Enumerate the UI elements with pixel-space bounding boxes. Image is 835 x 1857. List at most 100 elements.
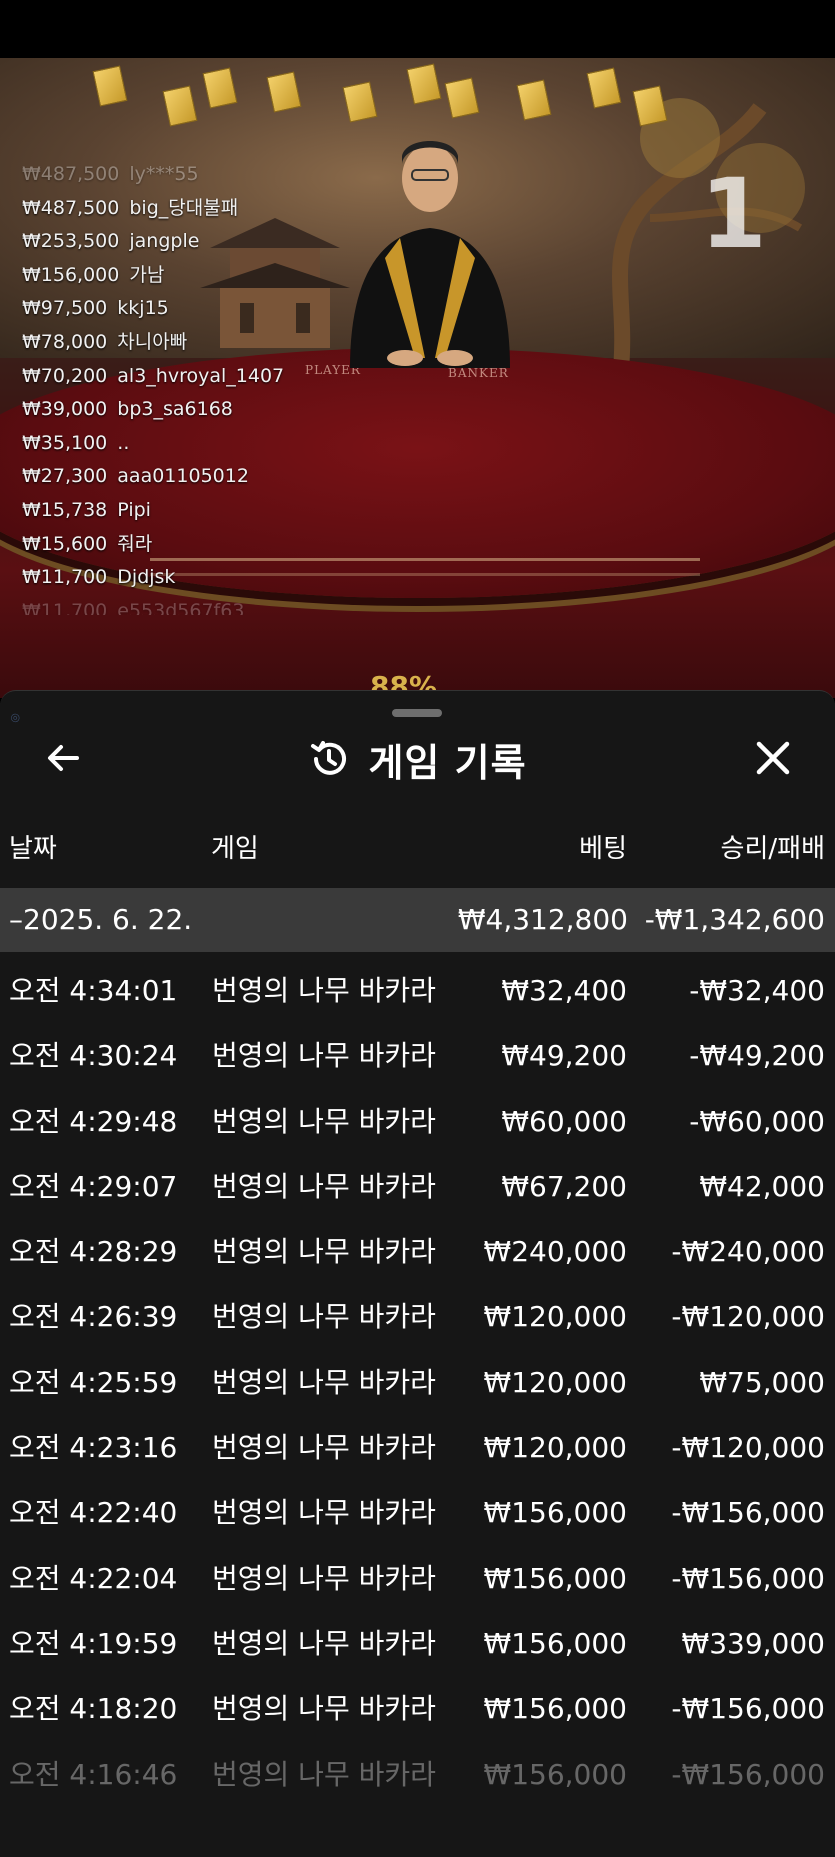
history-row[interactable]: 오전 4:19:59 번영의 나무 바카라 ₩156,000 ₩339,000 [0, 1611, 835, 1676]
column-header-date[interactable]: 날짜 [9, 833, 57, 865]
winner-name: e553d567f63 [117, 599, 245, 615]
history-row[interactable]: 오전 4:22:40 번영의 나무 바카라 ₩156,000 -₩156,000 [0, 1480, 835, 1545]
row-time: 오전 4:30:24 [9, 1039, 178, 1073]
row-game: 번영의 나무 바카라 [212, 1561, 436, 1595]
row-game: 번영의 나무 바카라 [212, 974, 436, 1007]
row-win-loss: ₩42,000 [699, 1169, 825, 1203]
winner-amount: ₩97,500 [22, 297, 108, 320]
row-win-loss: -₩156,000 [671, 1692, 825, 1726]
winner-amount: ₩39,000 [22, 398, 108, 421]
row-bet: ₩32,400 [501, 974, 627, 1007]
history-row[interactable]: 오전 4:16:46 번영의 나무 바카라 ₩156,000 -₩156,000 [0, 1742, 835, 1807]
winner-name: .. [117, 431, 130, 454]
history-row[interactable]: 오전 4:22:04 번영의 나무 바카라 ₩156,000 -₩156,000 [0, 1546, 835, 1611]
winner-name: jangple [129, 230, 200, 253]
close-button[interactable] [748, 733, 798, 783]
winner-name: 차니아빠 [117, 330, 188, 353]
row-win-loss: ₩75,000 [699, 1365, 825, 1399]
row-win-loss: -₩156,000 [671, 1496, 825, 1530]
winner-row: ₩15,738 Pipi [22, 494, 442, 528]
winner-name: bp3_sa6168 [117, 398, 233, 421]
history-row[interactable]: 오전 4:18:20 번영의 나무 바카라 ₩156,000 -₩156,000 [0, 1676, 835, 1741]
winner-amount: ₩487,500 [22, 196, 120, 219]
tree-decoration [612, 98, 805, 378]
winner-row: ₩253,500 jangple [22, 225, 442, 259]
winner-row: ₩35,100.. [22, 427, 442, 461]
history-row[interactable]: 오전 4:30:24 번영의 나무 바카라 ₩49,200 -₩49,200 [0, 1023, 835, 1088]
winner-amount: ₩11,700 [22, 599, 108, 615]
winner-row: ₩97,500 kkj15 [22, 292, 442, 326]
row-time: 오전 4:19:59 [9, 1626, 178, 1660]
winner-amount: ₩70,200 [22, 364, 108, 387]
row-bet: ₩120,000 [483, 1300, 627, 1334]
winner-amount: ₩78,000 [22, 330, 108, 353]
column-header-win-loss[interactable]: 승리/패배 [721, 833, 825, 865]
column-header-game[interactable]: 게임 [211, 833, 259, 865]
winner-name: kkj15 [117, 297, 169, 320]
column-header-bet[interactable]: 베팅 [579, 833, 627, 865]
history-rows: 오전 4:34:01 번영의 나무 바카라 ₩32,400 -₩32,400 오전 4:… [0, 958, 835, 1807]
winner-amount: ₩156,000 [22, 263, 120, 286]
game-history-sheet: 게임 기록 날짜 게임 베팅 승리/패배 –2025. 6. 22. ₩4,31… [0, 690, 835, 1857]
round-counter: 1 [700, 158, 767, 270]
history-row[interactable]: 오전 4:23:16 번영의 나무 바카라 ₩120,000 -₩120,000 [0, 1415, 835, 1480]
winner-name: Pipi [117, 498, 151, 521]
sheet-header: 게임 기록 [0, 721, 835, 801]
winner-name: big_당대불패 [129, 196, 239, 219]
top-strip [0, 0, 835, 58]
row-win-loss: -₩120,000 [671, 1300, 825, 1334]
winner-amount: ₩487,500 [22, 163, 120, 185]
winner-name: al3_hvroyal_1407 [117, 364, 285, 387]
winner-amount: ₩15,600 [22, 532, 108, 555]
live-video: 1 PLAYER BANKER ₩487,500 ly***55 ₩487,500 b… [0, 58, 835, 698]
winner-row: ₩156,000 가남 [22, 259, 442, 293]
row-game: 번영의 나무 바카라 [212, 1300, 436, 1334]
winner-name: Djdjsk [117, 566, 176, 589]
winner-row: ₩70,200 al3_hvroyal_1407 [22, 360, 442, 394]
row-time: 오전 4:23:16 [9, 1431, 178, 1465]
date-summary-row[interactable]: –2025. 6. 22. ₩4,312,800 -₩1,342,600 [0, 888, 835, 952]
history-row[interactable]: 오전 4:26:39 번영의 나무 바카라 ₩120,000 -₩120,000 [0, 1284, 835, 1349]
row-game: 번영의 나무 바카라 [212, 1431, 436, 1465]
row-bet: ₩156,000 [483, 1626, 627, 1660]
winner-amount: ₩27,300 [22, 465, 108, 488]
row-time: 오전 4:29:07 [9, 1169, 178, 1203]
history-row[interactable]: 오전 4:25:59 번영의 나무 바카라 ₩120,000 ₩75,000 [0, 1350, 835, 1415]
sheet-grabber[interactable] [392, 709, 442, 717]
row-game: 번영의 나무 바카라 [212, 1104, 436, 1138]
row-win-loss: -₩49,200 [689, 1039, 825, 1073]
history-row[interactable]: 오전 4:34:01 번영의 나무 바카라 ₩32,400 -₩32,400 [0, 958, 835, 1023]
winner-row: ₩487,500 big_당대불패 [22, 192, 442, 226]
row-win-loss: ₩339,000 [681, 1626, 825, 1660]
row-time: 오전 4:18:20 [9, 1692, 178, 1726]
summary-bet-total: ₩4,312,800 [457, 903, 628, 936]
row-bet: ₩67,200 [501, 1169, 627, 1203]
row-win-loss: -₩240,000 [671, 1235, 825, 1269]
history-row[interactable]: 오전 4:28:29 번영의 나무 바카라 ₩240,000 -₩240,000 [0, 1219, 835, 1284]
winner-name: 줘라 [117, 532, 153, 555]
row-win-loss: -₩156,000 [671, 1561, 825, 1595]
winner-name: aaa01105012 [117, 465, 249, 488]
summary-win-loss-total: -₩1,342,600 [644, 903, 825, 936]
row-bet: ₩120,000 [483, 1365, 627, 1399]
sheet-title-wrap: 게임 기록 [0, 731, 835, 787]
row-time: 오전 4:22:04 [9, 1561, 178, 1595]
winner-amount: ₩253,500 [22, 230, 120, 253]
history-row[interactable]: 오전 4:29:48 번영의 나무 바카라 ₩60,000 -₩60,000 [0, 1089, 835, 1154]
row-win-loss: -₩120,000 [671, 1431, 825, 1465]
row-game: 번영의 나무 바카라 [212, 1169, 436, 1203]
summary-date: –2025. 6. 22. [9, 903, 193, 936]
row-game: 번영의 나무 바카라 [212, 1496, 436, 1530]
row-win-loss: -₩32,400 [689, 974, 825, 1007]
row-game: 번영의 나무 바카라 [212, 1235, 436, 1269]
row-game: 번영의 나무 바카라 [212, 1365, 436, 1399]
sheet-title: 게임 기록 [368, 740, 527, 785]
history-row[interactable]: 오전 4:29:07 번영의 나무 바카라 ₩67,200 ₩42,000 [0, 1154, 835, 1219]
row-time: 오전 4:28:29 [9, 1235, 178, 1269]
row-bet: ₩156,000 [483, 1561, 627, 1595]
close-icon [756, 741, 790, 775]
row-time: 오전 4:26:39 [9, 1300, 178, 1334]
winner-row: ₩487,500 ly***55 [22, 158, 442, 192]
row-game: 번영의 나무 바카라 [212, 1626, 436, 1660]
row-bet: ₩156,000 [483, 1496, 627, 1530]
